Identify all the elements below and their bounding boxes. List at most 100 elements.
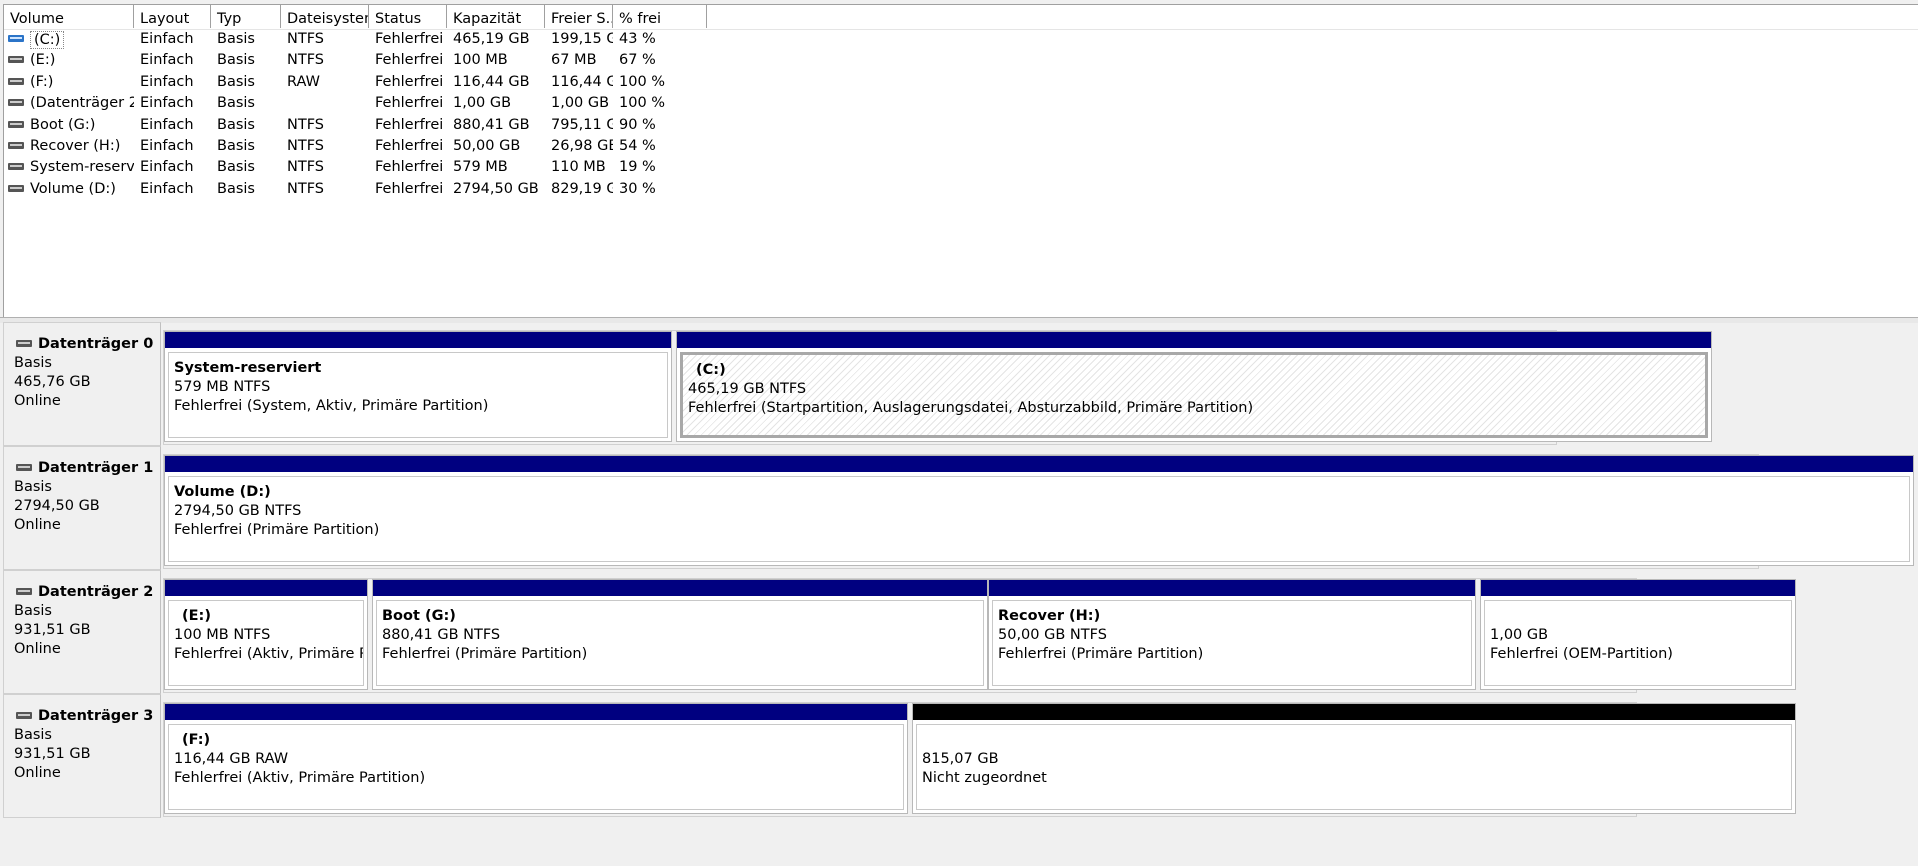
cell-kapazitaet: 50,00 GB	[453, 138, 521, 154]
partition[interactable]: Boot (G:) 880,41 GB NTFS Fehlerfrei (Primä…	[372, 579, 988, 690]
column-header-dateisystem[interactable]: Dateisystem	[281, 5, 369, 28]
drive-icon	[8, 99, 24, 108]
partition-body: System-reserviert 579 MB NTFS Fehlerfrei (…	[168, 352, 668, 438]
drive-icon	[8, 163, 24, 172]
partition-size: 815,07 GB	[922, 751, 999, 767]
cell-typ: Basis	[217, 159, 255, 176]
cell-typ: Basis	[217, 180, 255, 197]
disk-size: 931,51 GB	[14, 746, 91, 762]
disk-info[interactable]: Datenträger 0 Basis 465,76 GB Online	[3, 322, 161, 446]
cell-dateisystem: RAW	[287, 73, 320, 90]
disk-info[interactable]: Datenträger 2 Basis 931,51 GB Online	[3, 570, 161, 694]
disk-state: Online	[14, 393, 61, 409]
column-header-typ[interactable]: Typ	[211, 5, 281, 28]
unallocated-space[interactable]: 815,07 GB Nicht zugeordnet	[912, 703, 1796, 814]
partition-name: (C:)	[696, 362, 726, 378]
partition-bar	[913, 704, 1795, 720]
volume-name: (Datenträger 2 Par...	[30, 95, 134, 112]
list-header: Volume Layout Typ Dateisystem Status Kapazitä…	[4, 5, 1918, 30]
volume-name: (F:)	[30, 73, 54, 90]
column-header-layout[interactable]: Layout	[134, 5, 211, 28]
partition-name: Boot (G:)	[382, 608, 456, 624]
cell-prozent-frei: 43 %	[619, 31, 656, 47]
partition-size: 579 MB NTFS	[174, 379, 271, 395]
cell-typ: Basis	[217, 73, 255, 90]
cell-volume: Boot (G:)	[4, 115, 134, 136]
disk-size: 465,76 GB	[14, 374, 91, 390]
partition-status: Fehlerfrei (Aktiv, Primäre Partition)	[174, 770, 426, 786]
partition-size: 1,00 GB	[1490, 627, 1549, 643]
cell-layout: Einfach	[140, 31, 194, 47]
partition[interactable]: Recover (H:) 50,00 GB NTFS Fehlerfrei (Pri…	[988, 579, 1476, 690]
table-row[interactable]: Boot (G:) Einfach Basis NTFS Fehlerfrei ... 8…	[4, 115, 1918, 136]
partition-name: Volume (D:)	[174, 484, 271, 500]
disk-icon	[16, 340, 32, 349]
cell-volume: (Datenträger 2 Par...	[4, 93, 134, 114]
partition[interactable]: Volume (D:) 2794,50 GB NTFS Fehlerfrei (Pr…	[164, 455, 1914, 566]
cell-freier-speicher: 1,00 GB	[551, 95, 610, 112]
partition-status: Fehlerfrei (Primäre Partition)	[382, 646, 588, 662]
disk-title-label: Datenträger 1	[38, 460, 154, 476]
cell-typ: Basis	[217, 31, 255, 47]
cell-kapazitaet: 579 MB	[453, 159, 508, 176]
disk-title-label: Datenträger 3	[38, 708, 154, 724]
table-row[interactable]: (E:) Einfach Basis NTFS Fehlerfrei ... 100 MB…	[4, 50, 1918, 71]
partition-size: 50,00 GB NTFS	[998, 627, 1107, 643]
disk-info[interactable]: Datenträger 1 Basis 2794,50 GB Online	[3, 446, 161, 570]
table-row[interactable]: System-reserviert Einfach Basis NTFS Fehlerf…	[4, 157, 1918, 178]
cell-volume: System-reserviert	[4, 157, 134, 178]
partition-bar	[165, 332, 671, 348]
partition-bar	[989, 580, 1475, 596]
partition[interactable]: (C:) 465,19 GB NTFS Fehlerfrei (Startparti…	[676, 331, 1712, 442]
cell-kapazitaet: 1,00 GB	[453, 95, 512, 112]
cell-typ: Basis	[217, 52, 255, 69]
partition-status: Fehlerfrei (Aktiv, Primäre Par	[174, 646, 364, 662]
cell-layout: Einfach	[140, 138, 194, 154]
table-row[interactable]: (Datenträger 2 Par... Einfach Basis Fehlerf…	[4, 93, 1918, 114]
cell-typ: Basis	[217, 95, 255, 112]
partition[interactable]: 1,00 GB Fehlerfrei (OEM-Partition)	[1480, 579, 1796, 690]
column-header-kapazitaet[interactable]: Kapazität	[447, 5, 545, 28]
cell-prozent-frei: 19 %	[619, 159, 656, 176]
partition-bar	[677, 332, 1711, 348]
volume-name: Volume (D:)	[30, 180, 116, 197]
cell-kapazitaet: 2794,50 GB	[453, 180, 539, 197]
partition-status: Fehlerfrei (Primäre Partition)	[174, 522, 380, 538]
column-header-freier-speicher[interactable]: Freier S...	[545, 5, 613, 28]
cell-status: Fehlerfrei ...	[375, 180, 447, 197]
partition-name: (F:)	[182, 732, 211, 748]
disk-info[interactable]: Datenträger 3 Basis 931,51 GB Online	[3, 694, 161, 818]
column-header-status[interactable]: Status	[369, 5, 447, 28]
partition-body: Boot (G:) 880,41 GB NTFS Fehlerfrei (Primä…	[376, 600, 984, 686]
partition-strip: Volume (D:) 2794,50 GB NTFS Fehlerfrei (Pr…	[163, 454, 1914, 569]
column-header-prozent-frei[interactable]: % frei	[613, 5, 707, 28]
cell-prozent-frei: 67 %	[619, 52, 656, 69]
cell-prozent-frei: 100 %	[619, 73, 666, 90]
drive-icon	[8, 56, 24, 65]
partition[interactable]: System-reserviert 579 MB NTFS Fehlerfrei (…	[164, 331, 672, 442]
partition-status: Nicht zugeordnet	[922, 770, 1047, 786]
disk-type: Basis	[14, 479, 52, 495]
cell-dateisystem: NTFS	[287, 138, 324, 154]
partition-body: (C:) 465,19 GB NTFS Fehlerfrei (Startparti…	[680, 352, 1708, 438]
partition-body: 815,07 GB Nicht zugeordnet	[916, 724, 1792, 810]
table-row[interactable]: (F:) Einfach Basis RAW Fehlerfrei ... 116,44 …	[4, 72, 1918, 93]
disk-size: 2794,50 GB	[14, 498, 100, 514]
partition-size: 465,19 GB NTFS	[688, 381, 807, 397]
table-row[interactable]: (C:) Einfach Basis NTFS Fehlerfrei ... 465,19…	[4, 29, 1918, 50]
table-row[interactable]: Volume (D:) Einfach Basis NTFS Fehlerfrei ..…	[4, 179, 1918, 200]
partition[interactable]: (F:) 116,44 GB RAW Fehlerfrei (Aktiv, Prim…	[164, 703, 908, 814]
partition-body: Recover (H:) 50,00 GB NTFS Fehlerfrei (Pri…	[992, 600, 1472, 686]
volume-list[interactable]: Volume Layout Typ Dateisystem Status Kapazitä…	[3, 4, 1918, 317]
table-row[interactable]: Recover (H:) Einfach Basis NTFS Fehlerfrei .…	[4, 136, 1918, 157]
cell-dateisystem: NTFS	[287, 116, 324, 133]
volume-name: Boot (G:)	[30, 116, 96, 133]
cell-freier-speicher: 199,15 GB	[551, 31, 613, 47]
column-header-volume[interactable]: Volume	[4, 5, 134, 28]
partition[interactable]: (E:) 100 MB NTFS Fehlerfrei (Aktiv, Primär…	[164, 579, 368, 690]
partition-status: Fehlerfrei (Startpartition, Auslagerungs…	[688, 400, 1254, 416]
cell-status: Fehlerfrei ...	[375, 116, 447, 133]
cell-status: Fehlerfrei ...	[375, 95, 447, 112]
cell-typ: Basis	[217, 116, 255, 133]
cell-kapazitaet: 116,44 GB	[453, 73, 530, 90]
